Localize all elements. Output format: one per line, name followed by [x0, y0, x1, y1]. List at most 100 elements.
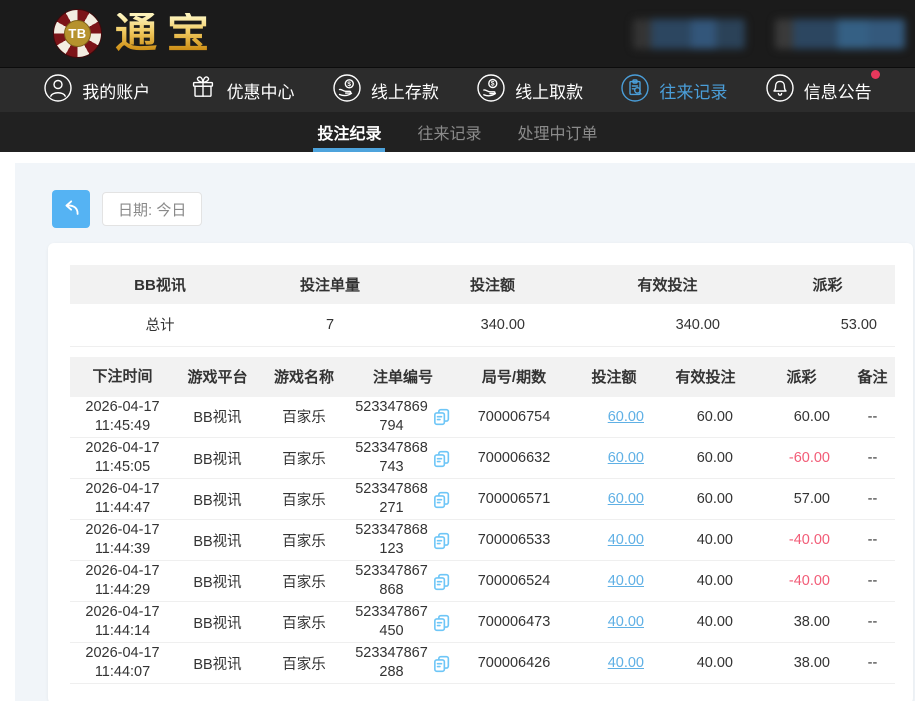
header-platform: 游戏平台 [175, 357, 260, 397]
bet-amount-cell: 40.00 [570, 643, 658, 684]
blurred-username [775, 19, 905, 49]
records-card: BB视讯 投注单量 投注额 有效投注 派彩 总计 7 340.00 340.00… [48, 243, 913, 701]
game-name: 百家乐 [260, 438, 348, 479]
copy-icon[interactable] [432, 613, 451, 632]
valid-bet: 40.00 [658, 561, 753, 602]
summary-header-platform: BB视讯 [70, 265, 250, 304]
game-platform: BB视讯 [175, 643, 260, 684]
back-button[interactable] [52, 190, 90, 228]
bet-time: 2026-04-17 11:44:47 [70, 479, 175, 520]
bet-number: 523347867 450 [355, 603, 428, 641]
notification-badge [871, 70, 880, 79]
round-number: 700006473 [458, 602, 570, 643]
filter-toolbar: 日期: 今日 [52, 190, 913, 228]
date-filter[interactable]: 日期: 今日 [102, 192, 202, 226]
user-info-area [633, 19, 905, 49]
bet-number: 523347867 868 [355, 562, 428, 600]
copy-icon[interactable] [432, 531, 451, 550]
game-platform: BB视讯 [175, 479, 260, 520]
game-name: 百家乐 [260, 397, 348, 438]
bet-amount-link[interactable]: 40.00 [608, 573, 644, 589]
bet-amount-link[interactable]: 40.00 [608, 614, 644, 630]
bet-amount-link[interactable]: 60.00 [608, 450, 644, 466]
nav-item-deposit[interactable]: $ 线上存款 [332, 73, 439, 108]
round-number: 700006533 [458, 520, 570, 561]
table-row: 2026-04-17 11:44:14 BB视讯 百家乐 523347867 4… [70, 602, 895, 643]
bet-number-cell: 523347869 794 [348, 397, 458, 438]
bet-number-cell: 523347867 450 [348, 602, 458, 643]
record-tabs: 投注纪录 往来记录 处理中订单 [0, 112, 915, 152]
copy-icon[interactable] [432, 654, 451, 673]
back-arrow-icon [60, 197, 82, 222]
table-row: 2026-04-17 11:44:47 BB视讯 百家乐 523347868 2… [70, 479, 895, 520]
game-platform: BB视讯 [175, 520, 260, 561]
nav-label: 信息公告 [804, 78, 872, 103]
copy-icon[interactable] [432, 490, 451, 509]
copy-icon[interactable] [432, 449, 451, 468]
remark: -- [850, 602, 895, 643]
header-bet-amount: 投注额 [570, 357, 658, 397]
nav-item-transaction-records[interactable]: 往来记录 [620, 73, 727, 108]
header-bet-number: 注单编号 [348, 357, 458, 397]
nav-item-announcements[interactable]: 信息公告 [765, 73, 872, 108]
game-name: 百家乐 [260, 520, 348, 561]
remark: -- [850, 397, 895, 438]
remark: -- [850, 438, 895, 479]
round-number: 700006426 [458, 643, 570, 684]
bet-number-cell: 523347868 743 [348, 438, 458, 479]
table-row: 2026-04-17 11:45:05 BB视讯 百家乐 523347868 7… [70, 438, 895, 479]
game-platform: BB视讯 [175, 561, 260, 602]
table-row: 2026-04-17 11:44:29 BB视讯 百家乐 523347867 8… [70, 561, 895, 602]
bet-amount-link[interactable]: 40.00 [608, 655, 644, 671]
copy-icon[interactable] [432, 572, 451, 591]
remark: -- [850, 643, 895, 684]
bet-amount-link[interactable]: 40.00 [608, 532, 644, 548]
tab-pending-orders[interactable]: 处理中订单 [516, 112, 600, 152]
tab-transaction-records[interactable]: 往来记录 [415, 112, 483, 152]
game-name: 百家乐 [260, 479, 348, 520]
bet-number: 523347867 288 [355, 644, 428, 682]
bet-table-header-row: 下注时间 游戏平台 游戏名称 注单编号 局号/期数 投注额 有效投注 派彩 备注 [70, 357, 895, 397]
bet-number-cell: 523347867 288 [348, 643, 458, 684]
bet-number-cell: 523347868 123 [348, 520, 458, 561]
casino-chip-icon: TB [53, 9, 102, 58]
tab-bet-records[interactable]: 投注纪录 [315, 112, 383, 152]
bet-time: 2026-04-17 11:44:07 [70, 643, 175, 684]
summary-table: BB视讯 投注单量 投注额 有效投注 派彩 总计 7 340.00 340.00… [70, 265, 895, 347]
summary-header-bet-amount: 投注额 [410, 265, 575, 304]
nav-item-withdraw[interactable]: $ 线上取款 [476, 73, 583, 108]
summary-header-count: 投注单量 [250, 265, 410, 304]
bet-time: 2026-04-17 11:45:05 [70, 438, 175, 479]
gift-icon [188, 73, 218, 108]
nav-label: 我的账户 [82, 78, 150, 103]
svg-text:$: $ [347, 81, 351, 88]
valid-bet: 60.00 [658, 397, 753, 438]
user-icon [43, 73, 73, 108]
summary-header-valid-bet: 有效投注 [575, 265, 760, 304]
round-number: 700006571 [458, 479, 570, 520]
svg-text:$: $ [491, 80, 495, 87]
bet-number: 523347868 123 [355, 521, 428, 559]
game-name: 百家乐 [260, 643, 348, 684]
records-icon [620, 73, 650, 108]
total-payout: 53.00 [760, 304, 895, 346]
summary-header-payout: 派彩 [760, 265, 895, 304]
bet-time: 2026-04-17 11:44:14 [70, 602, 175, 643]
payout-cell: -60.00 [753, 438, 850, 479]
table-row: 2026-04-17 11:45:49 BB视讯 百家乐 523347869 7… [70, 397, 895, 438]
bet-amount-link[interactable]: 60.00 [608, 409, 644, 425]
nav-item-my-account[interactable]: 我的账户 [43, 73, 150, 108]
nav-item-promotions[interactable]: 优惠中心 [188, 73, 295, 108]
total-bet-amount: 340.00 [410, 304, 575, 346]
brand-logo[interactable]: TB 通宝 [53, 9, 219, 58]
payout-cell: -40.00 [753, 520, 850, 561]
summary-header-row: BB视讯 投注单量 投注额 有效投注 派彩 [70, 265, 895, 304]
copy-icon[interactable] [432, 407, 451, 426]
bet-time: 2026-04-17 11:45:49 [70, 397, 175, 438]
payout-cell: -40.00 [753, 561, 850, 602]
header-valid-bet: 有效投注 [658, 357, 753, 397]
bet-amount-link[interactable]: 60.00 [608, 491, 644, 507]
blurred-user-balance [633, 19, 745, 49]
bet-amount-cell: 40.00 [570, 561, 658, 602]
remark: -- [850, 479, 895, 520]
